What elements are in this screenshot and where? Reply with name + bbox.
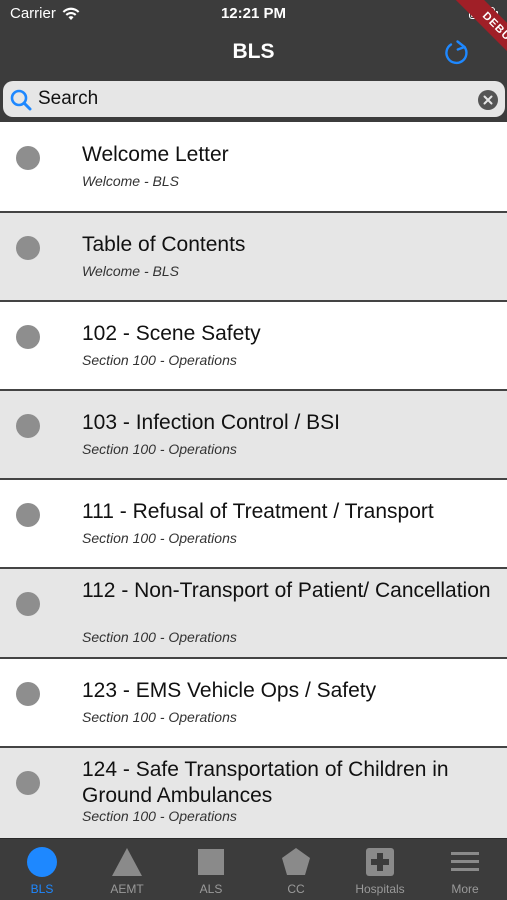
status-time: 12:21 PM xyxy=(220,5,287,22)
bullet-icon xyxy=(16,592,40,616)
refresh-icon[interactable] xyxy=(442,38,472,68)
bullet-icon xyxy=(16,503,40,527)
tab-label: BLS xyxy=(30,882,54,896)
search-icon xyxy=(10,89,32,111)
list-item-title: Welcome Letter xyxy=(82,143,229,166)
page-title: BLS xyxy=(232,40,275,63)
tab-aemt[interactable]: AEMT xyxy=(85,839,169,900)
list-item-subtitle: Section 100 - Operations xyxy=(82,352,237,368)
list-item-title: 112 - Non-Transport of Patient/ Cancella… xyxy=(82,579,491,602)
pentagon-icon xyxy=(282,848,310,875)
list-item[interactable]: Table of Contents Welcome - BLS xyxy=(0,211,507,300)
bullet-icon xyxy=(16,771,40,795)
bullet-icon xyxy=(16,325,40,349)
list-item-title: 102 - Scene Safety xyxy=(82,322,261,345)
list-item-subtitle: Welcome - BLS xyxy=(82,173,179,189)
list-item-title: 103 - Infection Control / BSI xyxy=(82,411,340,434)
hospital-cross-icon xyxy=(366,848,394,876)
tab-bar: BLS AEMT ALS CC Hospitals More xyxy=(0,838,507,900)
list-item-title: Table of Contents xyxy=(82,233,246,256)
tab-label: Hospitals xyxy=(355,882,405,896)
bullet-icon xyxy=(16,414,40,438)
list-item-subtitle: Section 100 - Operations xyxy=(82,530,237,546)
tab-bls[interactable]: BLS xyxy=(0,839,84,900)
list-item[interactable]: 123 - EMS Vehicle Ops / Safety Section 1… xyxy=(0,657,507,746)
tab-hospitals[interactable]: Hospitals xyxy=(338,839,422,900)
tab-als[interactable]: ALS xyxy=(169,839,253,900)
circle-icon xyxy=(27,847,57,877)
tab-label: More xyxy=(451,882,479,896)
list-item[interactable]: 111 - Refusal of Treatment / Transport S… xyxy=(0,478,507,567)
bullet-icon xyxy=(16,236,40,260)
search-input[interactable] xyxy=(38,85,468,113)
list-item-subtitle: Section 100 - Operations xyxy=(82,709,237,725)
list-item-subtitle: Section 100 - Operations xyxy=(82,441,237,457)
search-bar xyxy=(3,81,505,117)
list-item[interactable]: 102 - Scene Safety Section 100 - Operati… xyxy=(0,300,507,389)
tab-label: ALS xyxy=(199,882,223,896)
list-item-title: 123 - EMS Vehicle Ops / Safety xyxy=(82,679,377,702)
triangle-icon xyxy=(112,848,142,876)
tab-label: AEMT xyxy=(110,882,144,896)
list-item-subtitle: Section 100 - Operations xyxy=(82,629,237,645)
list-item-title: 124 - Safe Transportation of Children in… xyxy=(82,758,449,807)
status-bar: Carrier 12:21 PM xyxy=(0,0,507,28)
square-icon xyxy=(198,849,224,875)
list-item[interactable]: 124 - Safe Transportation of Children in… xyxy=(0,746,507,838)
tab-label: CC xyxy=(287,882,305,896)
list-item[interactable]: Welcome Letter Welcome - BLS xyxy=(0,122,507,211)
tab-cc[interactable]: CC xyxy=(254,839,338,900)
app-header: Carrier 12:21 PM BLS DEBUG xyxy=(0,0,507,122)
tab-more[interactable]: More xyxy=(423,839,507,900)
list-item[interactable]: 103 - Infection Control / BSI Section 10… xyxy=(0,389,507,478)
protocol-list: Welcome Letter Welcome - BLS Table of Co… xyxy=(0,122,507,838)
list-item-subtitle: Section 100 - Operations xyxy=(82,808,237,824)
bullet-icon xyxy=(16,682,40,706)
list-item-title: 111 - Refusal of Treatment / Transport xyxy=(82,500,434,523)
menu-icon xyxy=(451,852,479,871)
clear-search-icon[interactable] xyxy=(478,90,498,110)
bullet-icon xyxy=(16,146,40,170)
list-item[interactable]: 112 - Non-Transport of Patient/ Cancella… xyxy=(0,567,507,657)
list-item-subtitle: Welcome - BLS xyxy=(82,263,179,279)
